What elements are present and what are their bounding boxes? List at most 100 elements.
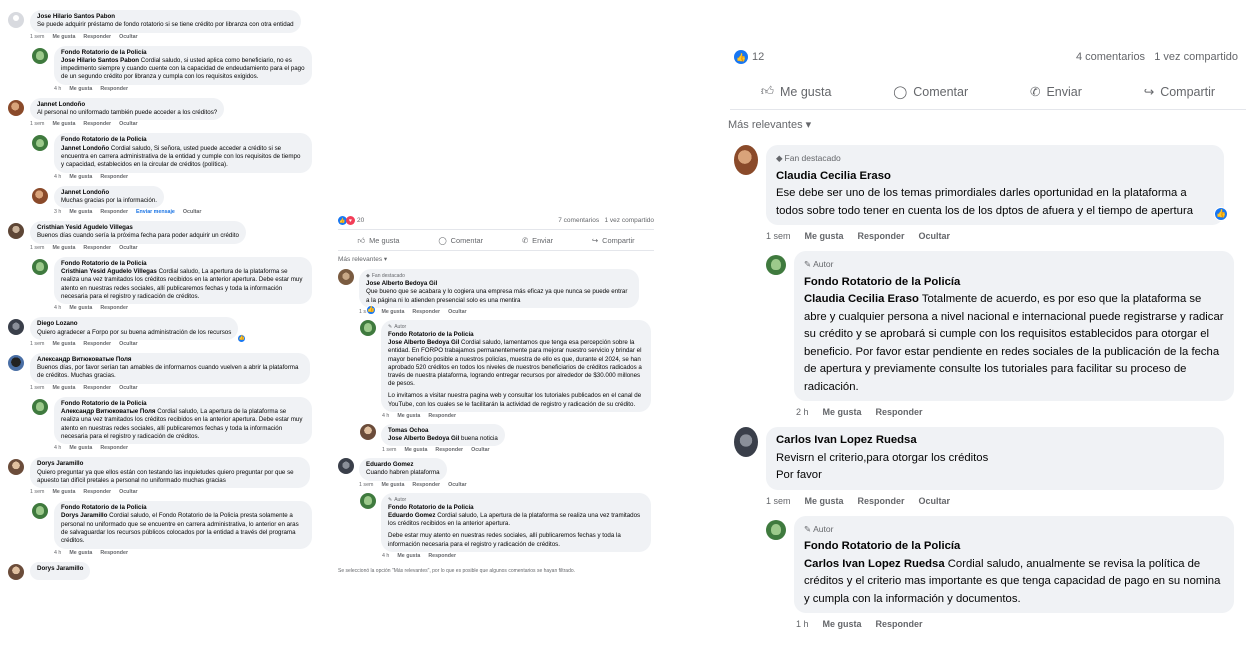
reply-link[interactable]: Responder [83, 34, 111, 40]
comment-author[interactable]: Jannet Londoño [61, 189, 157, 197]
send-message-link[interactable]: Enviar mensaje [136, 209, 175, 215]
comment-author[interactable]: Jannet Londoño [37, 101, 217, 109]
avatar[interactable] [8, 354, 24, 371]
comment-author[interactable]: Carlos Ivan Lopez Ruedsa [776, 432, 1214, 450]
like-link[interactable]: Me gusta [52, 245, 75, 251]
mentioned-user[interactable]: Jose Hilario Santos Pabon [61, 57, 139, 64]
comment-count[interactable]: 7 comentarios [558, 217, 599, 224]
avatar[interactable] [766, 519, 786, 540]
avatar[interactable] [32, 503, 48, 520]
comment-timestamp[interactable]: 1 sem [382, 447, 396, 453]
avatar[interactable] [32, 398, 48, 415]
mentioned-user[interactable]: Jannet Londoño [61, 145, 109, 152]
reaction-summary[interactable]: 👍 ♥ 20 [338, 216, 364, 225]
share-count[interactable]: 1 vez compartido [1154, 51, 1238, 63]
hide-link[interactable]: Ocultar [919, 231, 951, 241]
hide-link[interactable]: Ocultar [183, 209, 202, 215]
mentioned-user[interactable]: Carlos Ivan Lopez Ruedsa [804, 558, 945, 570]
avatar[interactable] [8, 563, 24, 580]
reaction-summary[interactable]: 👍 12 [734, 50, 764, 64]
reply-link[interactable]: Responder [876, 407, 923, 417]
reply-link[interactable]: Responder [412, 482, 440, 488]
avatar[interactable] [766, 255, 786, 275]
mentioned-user[interactable]: Jose Alberto Bedoya Gil [388, 435, 459, 442]
like-link[interactable]: Me gusta [805, 231, 844, 241]
reply-link[interactable]: Responder [876, 619, 923, 629]
reply-link[interactable]: Responder [412, 309, 440, 315]
like-reaction-icon[interactable]: 👍 [366, 304, 376, 316]
share-count[interactable]: 1 vez compartido [605, 217, 655, 224]
comment-timestamp[interactable]: 4 h [54, 174, 61, 180]
share-button[interactable]: ↪ Compartir [1144, 84, 1215, 100]
comment-author[interactable]: Александр Витюковатые Поля [37, 356, 303, 364]
mentioned-user[interactable]: Eduardo Gomez [388, 512, 435, 519]
reply-link[interactable]: Responder [83, 245, 111, 251]
comment-author[interactable]: Fondo Rotatorio de la Policía [61, 504, 305, 512]
comment-author[interactable]: Tomas Ochoa [388, 427, 498, 435]
like-link[interactable]: Me gusta [381, 309, 404, 315]
comment-timestamp[interactable]: 1 h [796, 619, 809, 629]
comment-author[interactable]: Dorys Jaramillo [37, 565, 83, 573]
hide-link[interactable]: Ocultar [448, 482, 467, 488]
comment-author[interactable]: Cristhian Yesid Agudelo Villegas [37, 224, 239, 232]
mentioned-user[interactable]: Александр Витюковатые Поля [61, 408, 156, 415]
like-link[interactable]: Me gusta [823, 407, 862, 417]
comment-author[interactable]: Diego Lozano [37, 320, 231, 328]
like-link[interactable]: Me gusta [397, 553, 420, 559]
reply-link[interactable]: Responder [858, 231, 905, 241]
like-link[interactable]: Me gusta [52, 121, 75, 127]
comment-author[interactable]: Fondo Rotatorio de la Policía [804, 538, 1224, 556]
avatar[interactable] [360, 423, 376, 440]
like-button[interactable]: 👍︎ Me gusta [357, 236, 399, 245]
comment-timestamp[interactable]: 4 h [382, 413, 389, 419]
reply-link[interactable]: Responder [100, 445, 128, 451]
like-link[interactable]: Me gusta [69, 445, 92, 451]
hide-link[interactable]: Ocultar [448, 309, 467, 315]
comment-timestamp[interactable]: 4 h [382, 553, 389, 559]
comment-sort-dropdown[interactable]: Más relevantes ▾ [728, 110, 1246, 145]
like-link[interactable]: Me gusta [823, 619, 862, 629]
comment-timestamp[interactable]: 1 sem [766, 231, 791, 241]
hide-link[interactable]: Ocultar [119, 245, 138, 251]
reply-link[interactable]: Responder [83, 489, 111, 495]
comment-timestamp[interactable]: 2 h [796, 407, 809, 417]
comment-timestamp[interactable]: 1 sem [30, 489, 44, 495]
avatar[interactable] [32, 187, 48, 204]
comment-count[interactable]: 4 comentarios [1076, 51, 1145, 63]
comment-timestamp[interactable]: 4 h [54, 305, 61, 311]
hide-link[interactable]: Ocultar [119, 341, 138, 347]
hide-link[interactable]: Ocultar [919, 496, 951, 506]
comment-author[interactable]: Fondo Rotatorio de la Policía [61, 136, 305, 144]
like-link[interactable]: Me gusta [52, 34, 75, 40]
hide-link[interactable]: Ocultar [119, 121, 138, 127]
comment-author[interactable]: Fondo Rotatorio de la Policía [61, 400, 305, 408]
hide-link[interactable]: Ocultar [119, 34, 138, 40]
like-link[interactable]: Me gusta [69, 174, 92, 180]
hide-link[interactable]: Ocultar [119, 489, 138, 495]
comment-author[interactable]: Jose Hilario Santos Pabon [37, 13, 294, 21]
avatar[interactable] [32, 47, 48, 64]
avatar[interactable] [734, 145, 758, 175]
comment-author[interactable]: Fondo Rotatorio de la Policía [61, 260, 305, 268]
comment-timestamp[interactable]: 4 h [54, 445, 61, 451]
comment-author[interactable]: Eduardo Gomez [366, 461, 440, 469]
comment-author[interactable]: Jose Alberto Bedoya Gil [366, 280, 632, 288]
mentioned-user[interactable]: Cristhian Yesid Agudelo Villegas [61, 268, 157, 275]
avatar[interactable] [360, 492, 376, 509]
comment-timestamp[interactable]: 1 sem [766, 496, 791, 506]
comment-timestamp[interactable]: 3 h [54, 209, 61, 215]
mentioned-user[interactable]: Dorys Jaramillo [61, 512, 107, 519]
reply-link[interactable]: Responder [83, 385, 111, 391]
like-link[interactable]: Me gusta [69, 550, 92, 556]
like-reaction-icon[interactable]: 👍 [1214, 207, 1228, 221]
reply-link[interactable]: Responder [428, 413, 456, 419]
comment-timestamp[interactable]: 1 sem [359, 482, 373, 488]
mentioned-user[interactable]: Claudia Cecilia Eraso [804, 293, 919, 305]
like-link[interactable]: Me gusta [805, 496, 844, 506]
avatar[interactable] [32, 258, 48, 275]
comment-author[interactable]: Fondo Rotatorio de la Policía [61, 49, 305, 57]
comment-timestamp[interactable]: 4 h [54, 86, 61, 92]
comment-author[interactable]: Claudia Cecilia Eraso [776, 168, 1214, 186]
reply-link[interactable]: Responder [428, 553, 456, 559]
reply-link[interactable]: Responder [435, 447, 463, 453]
